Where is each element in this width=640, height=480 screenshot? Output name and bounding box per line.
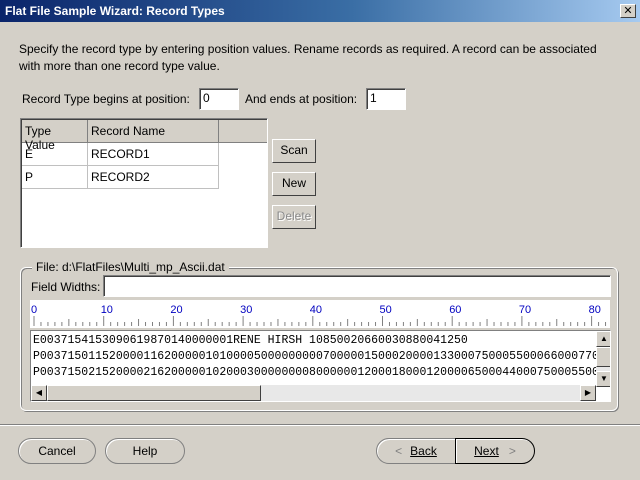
horizontal-scroll-thumb[interactable] — [47, 385, 261, 401]
file-preview[interactable]: E0037154153090619870140000001RENE HIRSH … — [30, 330, 611, 402]
begins-position-input[interactable]: 0 — [199, 88, 239, 110]
cell-type-value[interactable]: E — [22, 143, 88, 166]
scroll-left-icon[interactable]: ◀ — [31, 385, 47, 401]
ruler-label: 0 — [31, 304, 37, 316]
preview-line: E0037154153090619870140000001RENE HIRSH … — [33, 334, 468, 347]
field-widths-input[interactable] — [103, 275, 611, 297]
next-label: Next — [474, 444, 499, 458]
chevron-right-icon: > — [508, 444, 516, 458]
column-header-filler — [219, 120, 267, 143]
footer-separator — [0, 424, 640, 426]
ends-position-input[interactable]: 1 — [366, 88, 406, 110]
cancel-button[interactable]: Cancel — [18, 438, 96, 464]
scroll-down-icon[interactable]: ▼ — [596, 371, 610, 387]
instructions-line-1: Specify the record type by entering posi… — [19, 42, 597, 56]
ruler-label: 40 — [310, 304, 322, 316]
ruler-label: 60 — [449, 304, 461, 316]
ruler-label: 50 — [380, 304, 392, 316]
preview-line: P003715011520000116200000101000050000000… — [33, 350, 611, 363]
file-legend: File: d:\FlatFiles\Multi_mp_Ascii.dat — [32, 260, 229, 274]
preview-line: P003715021520000216200000102000300000000… — [33, 366, 611, 379]
scan-label: Scan — [280, 143, 308, 157]
cancel-label: Cancel — [38, 444, 76, 458]
scroll-up-icon[interactable]: ▲ — [596, 331, 610, 347]
instructions-line-2: with more than one record type value. — [19, 59, 220, 73]
cell-type-value[interactable]: P — [22, 166, 88, 189]
title-bar: Flat File Sample Wizard: Record Types ✕ — [0, 0, 640, 22]
ruler-label: 10 — [101, 304, 113, 316]
vertical-scrollbar[interactable]: ▲ ▼ — [596, 331, 610, 387]
help-label: Help — [132, 444, 158, 458]
cell-record-name[interactable]: RECORD2 — [88, 166, 219, 189]
chevron-left-icon: < — [395, 444, 403, 458]
column-header-type-value[interactable]: Type Value — [22, 120, 88, 152]
column-header-record-name[interactable]: Record Name — [88, 120, 219, 143]
help-button[interactable]: Help — [105, 438, 185, 464]
delete-button[interactable]: Delete — [272, 205, 316, 229]
new-label: New — [281, 176, 306, 190]
field-widths-label: Field Widths: — [31, 280, 101, 294]
back-label: Back — [410, 444, 437, 458]
vertical-scroll-thumb[interactable] — [596, 347, 610, 367]
horizontal-scrollbar[interactable]: ◀ ▶ — [31, 385, 596, 401]
ruler-graphic: 0 10 20 30 40 50 60 70 80 — [31, 304, 607, 326]
window-title: Flat File Sample Wizard: Record Types — [5, 4, 225, 18]
begins-label: Record Type begins at position: — [22, 92, 190, 106]
ends-label: And ends at position: — [245, 92, 358, 106]
delete-label: Delete — [276, 209, 312, 223]
ruler-label: 20 — [170, 304, 182, 316]
next-button[interactable]: Next > — [455, 438, 535, 464]
ruler-label: 80 — [589, 304, 601, 316]
ruler-label: 70 — [519, 304, 531, 316]
record-type-table: Type Value Record Name E RECORD1 P RECOR… — [20, 118, 268, 248]
close-icon[interactable]: ✕ — [620, 4, 636, 18]
scroll-right-icon[interactable]: ▶ — [580, 385, 596, 401]
cell-record-name[interactable]: RECORD1 — [88, 143, 219, 166]
back-button[interactable]: < Back — [376, 438, 456, 464]
scan-button[interactable]: Scan — [272, 139, 316, 163]
column-ruler: 0 10 20 30 40 50 60 70 80 — [30, 300, 610, 328]
ruler-label: 30 — [240, 304, 252, 316]
new-button[interactable]: New — [272, 172, 316, 196]
